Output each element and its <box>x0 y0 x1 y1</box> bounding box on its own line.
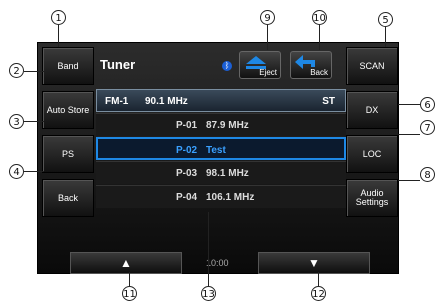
scan-button[interactable]: SCAN <box>346 47 398 85</box>
dx-button[interactable]: DX <box>346 91 398 129</box>
tuner-screen: Tuner ᛒ Eject Back Band Auto Store PS Ba… <box>37 42 399 274</box>
callout-leader <box>129 272 130 286</box>
callout-2: 2 <box>9 63 24 78</box>
callout-leader <box>58 25 59 47</box>
band-button[interactable]: Band <box>42 47 94 85</box>
preset-row-3[interactable]: P-03 98.1 MHz <box>96 161 346 184</box>
auto-store-button[interactable]: Auto Store <box>42 91 94 129</box>
callout-1: 1 <box>51 10 66 25</box>
down-triangle-icon: ▼ <box>308 256 320 270</box>
loc-button[interactable]: LOC <box>346 135 398 173</box>
preset-row-1[interactable]: P-01 87.9 MHz <box>96 113 346 136</box>
callout-9: 9 <box>260 10 275 25</box>
scroll-down-button[interactable]: ▼ <box>258 252 370 274</box>
callout-10: 10 <box>312 10 327 25</box>
callout-4: 4 <box>9 164 24 179</box>
back-top-label: Back <box>310 68 328 77</box>
clock: 10:00 <box>206 258 229 268</box>
screen-title: Tuner <box>100 57 136 72</box>
preset-row-2-selected[interactable]: P-02 Test <box>96 137 346 160</box>
callout-5: 5 <box>378 12 393 27</box>
preset-number: P-01 <box>176 120 198 131</box>
callout-leader <box>24 171 44 172</box>
current-frequency: 90.1 MHz <box>145 96 188 107</box>
callout-leader <box>208 212 209 286</box>
back-top-button[interactable]: Back <box>290 51 332 79</box>
callout-leader <box>319 25 320 50</box>
scroll-up-button[interactable]: ▲ <box>70 252 182 274</box>
callout-12: 12 <box>311 286 326 301</box>
callout-leader <box>318 272 319 286</box>
preset-label: 87.9 MHz <box>206 120 249 131</box>
callout-leader <box>24 71 44 72</box>
preset-label: 98.1 MHz <box>206 168 249 179</box>
preset-number: P-03 <box>176 168 198 179</box>
callout-8: 8 <box>420 167 435 182</box>
stereo-indicator: ST <box>322 96 335 107</box>
ps-button[interactable]: PS <box>42 135 94 173</box>
current-station-bar: FM-1 90.1 MHz ST <box>96 89 346 112</box>
callout-leader <box>267 25 268 50</box>
preset-number: P-02 <box>176 145 198 156</box>
callout-leader <box>385 27 386 47</box>
preset-label: 106.1 MHz <box>206 192 255 203</box>
audio-settings-button[interactable]: Audio Settings <box>346 179 398 217</box>
preset-number: P-04 <box>176 192 198 203</box>
up-triangle-icon: ▲ <box>120 256 132 270</box>
callout-13: 13 <box>201 286 216 301</box>
preset-row-4[interactable]: P-04 106.1 MHz <box>96 185 346 208</box>
eject-icon <box>246 56 266 69</box>
preset-list: FM-1 90.1 MHz ST P-01 87.9 MHz P-02 Test… <box>96 89 346 209</box>
callout-7: 7 <box>420 120 435 135</box>
eject-button[interactable]: Eject <box>239 51 281 79</box>
callout-leader <box>398 104 420 105</box>
callout-leader <box>24 121 44 122</box>
callout-11: 11 <box>122 286 137 301</box>
preset-label: Test <box>206 145 226 156</box>
band-label: FM-1 <box>105 96 129 107</box>
callout-6: 6 <box>420 97 435 112</box>
eject-label: Eject <box>259 68 277 77</box>
callout-leader <box>398 134 420 135</box>
back-button[interactable]: Back <box>42 179 94 217</box>
callout-3: 3 <box>9 114 24 129</box>
callout-leader <box>398 180 420 181</box>
bluetooth-icon: ᛒ <box>222 61 232 71</box>
